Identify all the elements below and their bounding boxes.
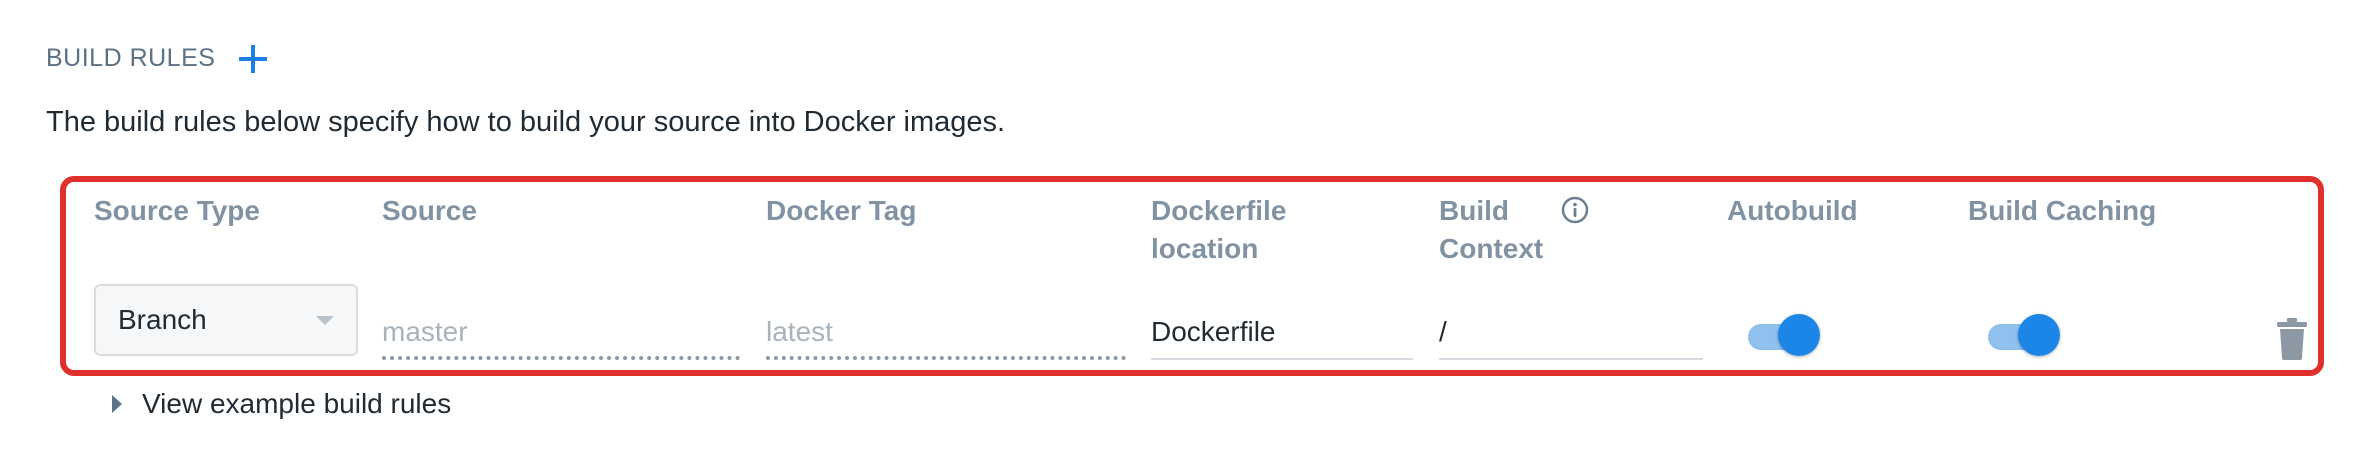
column-header-dockerfile-location: Dockerfile location [1151,192,1286,268]
source-type-value: Branch [118,304,207,335]
section-description: The build rules below specify how to bui… [46,106,1006,138]
column-header-docker-tag: Docker Tag [766,195,917,226]
toggle-knob [2018,314,2060,356]
column-header-dockerfile-location-line1: Dockerfile [1151,195,1287,226]
build-context-input[interactable]: / [1439,304,1703,360]
chevron-down-icon [316,316,334,325]
column-header-source: Source [382,195,477,226]
info-circle-icon[interactable] [1561,196,1589,224]
toggle-knob [1778,314,1820,356]
source-input[interactable]: master [382,304,740,360]
column-header-build-context-line1: Build [1439,195,1509,226]
autobuild-toggle[interactable] [1748,314,1820,360]
source-type-select[interactable]: Branch [94,284,358,356]
trash-icon[interactable] [2277,318,2307,360]
triangle-right-icon [112,395,122,413]
column-header-build-caching: Build Caching [1968,195,2157,226]
section-title: BUILD RULES [46,44,216,72]
build-caching-toggle[interactable] [1988,314,2060,360]
column-header-build-context: Build Context [1439,192,1543,268]
column-header-source-type: Source Type [94,195,260,226]
column-header-dockerfile-location-line2: location [1151,233,1259,264]
build-rules-header: BUILD RULES [46,44,268,73]
expander-label: View example build rules [142,388,452,419]
column-header-autobuild: Autobuild [1727,195,1858,226]
dockerfile-location-input[interactable]: Dockerfile [1151,304,1413,360]
docker-tag-input[interactable]: latest [766,304,1126,360]
add-build-rule-button[interactable] [239,44,268,73]
column-header-build-context-line2: Context [1439,233,1544,264]
view-example-build-rules-toggle[interactable]: View example build rules [112,388,451,420]
